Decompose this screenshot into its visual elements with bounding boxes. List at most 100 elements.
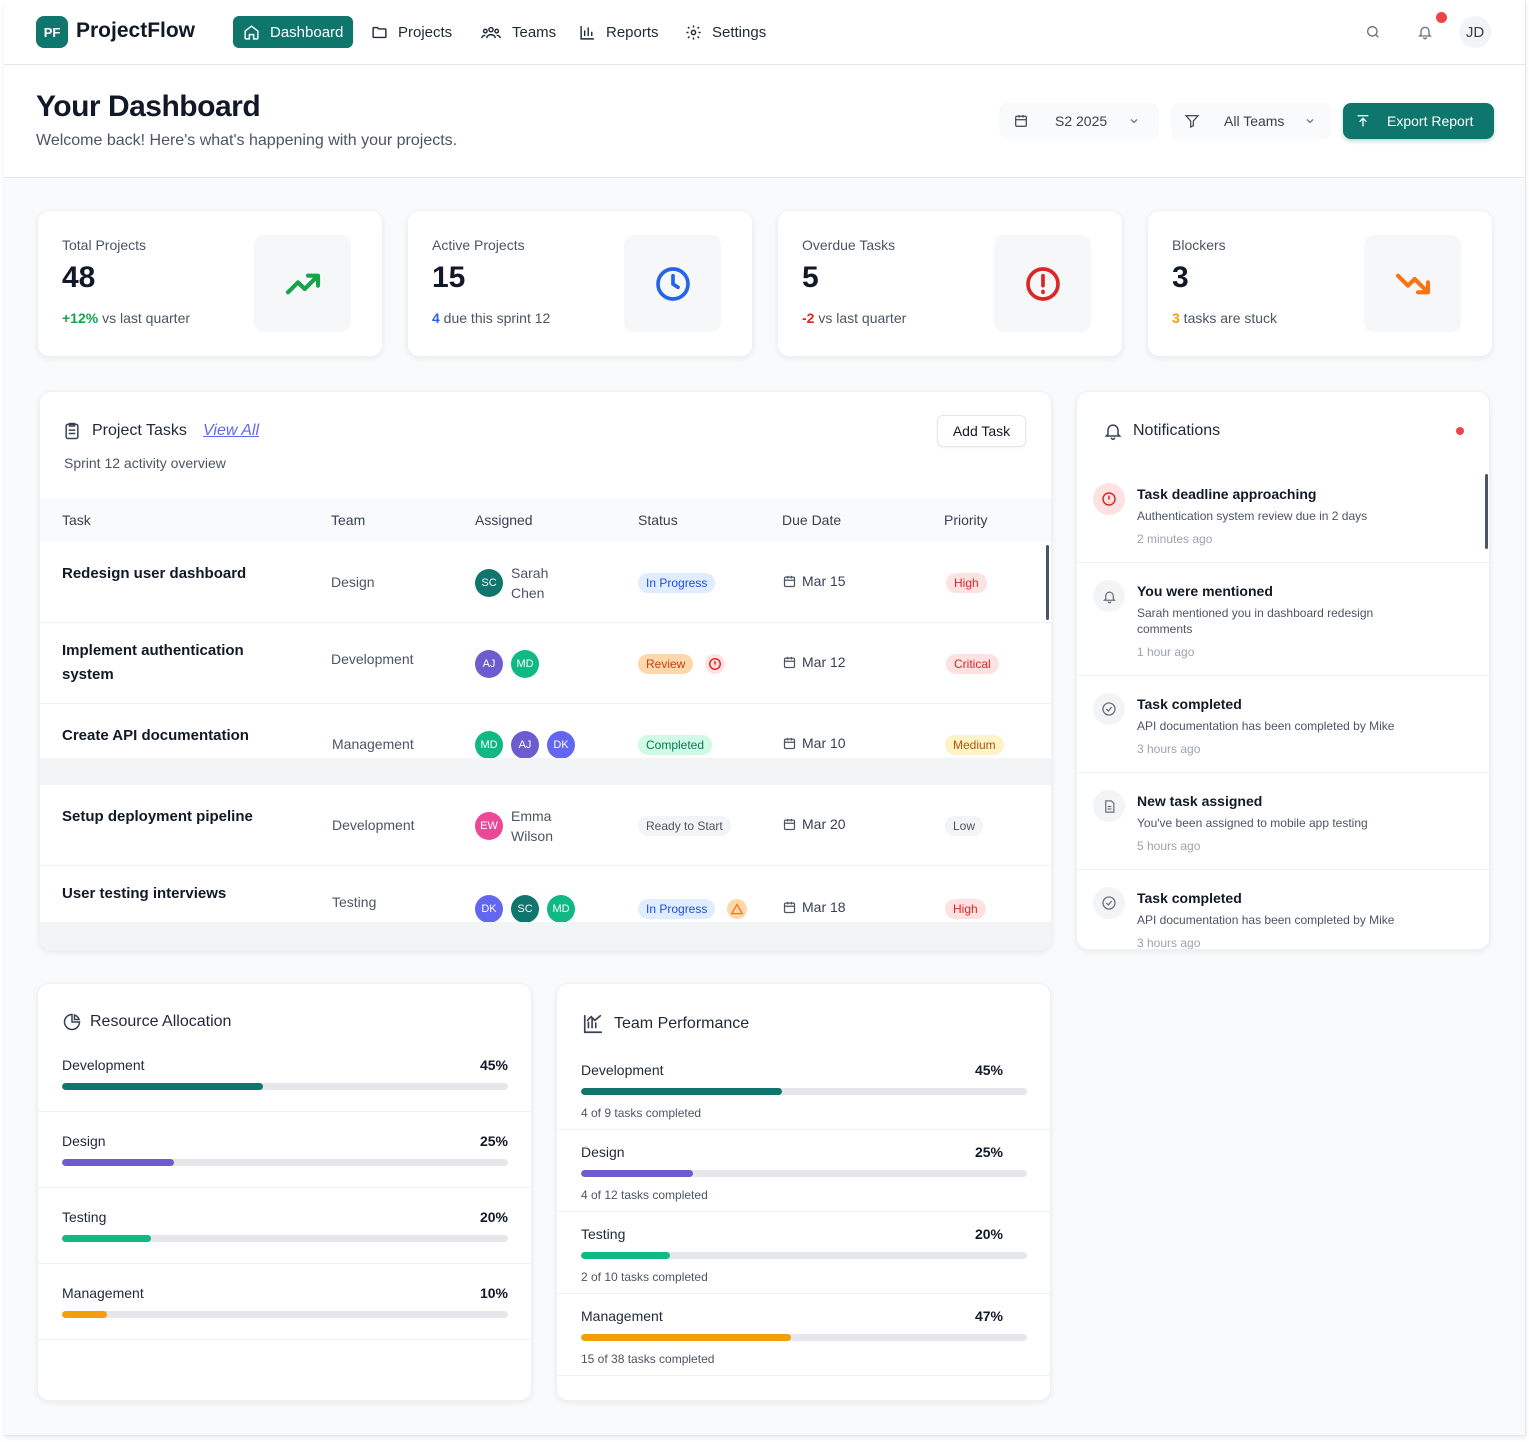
search-button[interactable] — [1361, 20, 1385, 44]
stat-icon-box — [994, 235, 1091, 332]
notification-icon — [1093, 887, 1125, 919]
stat-note-text: vs last quarter — [814, 310, 907, 326]
check-circle-icon — [1102, 896, 1116, 910]
avatar[interactable]: DK — [547, 731, 575, 759]
status-badge: In Progress — [638, 573, 716, 593]
export-report-button[interactable]: Export Report — [1343, 103, 1494, 139]
add-task-button[interactable]: Add Task — [937, 415, 1026, 447]
app-window: PF ProjectFlow Dashboard Projects Teams … — [4, 0, 1526, 1436]
due-date-value: Mar 10 — [802, 735, 846, 751]
home-icon — [244, 24, 259, 40]
stat-card-blockers: Blockers 3 3 tasks are stuck — [1147, 210, 1493, 357]
calendar-icon — [783, 656, 796, 668]
unread-indicator — [1456, 427, 1464, 435]
avatar[interactable]: MD — [547, 895, 575, 923]
status-badge: In Progress — [638, 899, 716, 919]
table-row[interactable]: User testing interviews Testing DK SC MD… — [40, 866, 1051, 923]
period-select[interactable]: S2 2025 — [999, 103, 1159, 139]
table-row[interactable]: Redesign user dashboard Design SC Sarah … — [40, 542, 1051, 623]
stat-note: 3 tasks are stuck — [1172, 310, 1277, 326]
stat-label: Active Projects — [432, 237, 525, 253]
progress-track — [581, 1170, 1027, 1177]
alert-circle-icon — [709, 658, 721, 670]
column-header[interactable]: Due Date — [782, 512, 841, 528]
table-row[interactable]: Setup deployment pipeline Development EW… — [40, 785, 1051, 866]
page-title: Your Dashboard — [36, 90, 261, 123]
progress-row: Testing 20% — [38, 1188, 531, 1264]
notifications-button[interactable] — [1413, 20, 1437, 44]
avatar[interactable]: MD — [475, 731, 503, 759]
stat-label: Overdue Tasks — [802, 237, 896, 253]
warning-indicator — [705, 654, 725, 674]
progress-fill — [62, 1235, 152, 1242]
nav-reports[interactable]: Reports — [569, 16, 669, 48]
progress-track — [581, 1088, 1027, 1095]
avatar[interactable]: AJ — [511, 731, 539, 759]
priority-badge: Critical — [946, 654, 999, 674]
team-cell: Management — [332, 736, 414, 752]
nav-teams[interactable]: Teams — [470, 16, 566, 48]
notification-item[interactable]: Task completed API documentation has bee… — [1077, 676, 1489, 773]
column-header[interactable]: Task — [62, 512, 91, 528]
notification-desc: API documentation has been completed by … — [1137, 719, 1395, 733]
team-cell: Development — [331, 651, 414, 667]
stat-value: 5 — [802, 261, 819, 294]
due-date: Mar 15 — [782, 573, 846, 589]
check-circle-icon — [1102, 702, 1116, 716]
avatar[interactable]: AJ — [475, 650, 503, 678]
table-footer — [40, 922, 1051, 950]
progress-row: Development 45% 4 of 9 tasks completed — [557, 1048, 1050, 1130]
avatar[interactable]: SC — [475, 569, 503, 597]
column-header[interactable]: Team — [331, 512, 365, 528]
avatar[interactable]: SC — [511, 895, 539, 923]
view-all-link[interactable]: View All — [203, 422, 259, 440]
stat-note: 4 due this sprint 12 — [432, 310, 550, 326]
due-date-value: Mar 18 — [802, 899, 846, 915]
column-header[interactable]: Assigned — [475, 512, 533, 528]
progress-percent: 20% — [974, 1226, 1003, 1242]
bar-chart-icon — [580, 25, 594, 40]
avatar[interactable]: MD — [511, 650, 539, 678]
notification-item[interactable]: Task deadline approaching Authentication… — [1077, 466, 1489, 563]
calendar-icon — [783, 737, 796, 749]
notification-item[interactable]: Task completed API documentation has bee… — [1077, 870, 1489, 949]
nav-projects[interactable]: Projects — [361, 16, 462, 48]
notifications-panel: Notifications Task deadline approaching … — [1076, 391, 1490, 950]
progress-subtext: 15 of 38 tasks completed — [581, 1352, 715, 1366]
avatar[interactable]: EW — [475, 812, 503, 840]
stat-value: 3 — [1172, 261, 1189, 294]
period-value: S2 2025 — [1055, 113, 1108, 129]
scrollbar[interactable] — [1046, 545, 1049, 620]
app-name: ProjectFlow — [76, 19, 196, 42]
avatar[interactable]: DK — [475, 895, 503, 923]
team-filter-select[interactable]: All Teams — [1171, 103, 1331, 139]
task-name: User testing interviews — [62, 885, 227, 902]
progress-label: Testing — [62, 1209, 107, 1225]
team-performance-title: Team Performance — [614, 1015, 750, 1032]
table-header: Task Team Assigned Status Due Date Prior… — [40, 498, 1051, 542]
user-avatar[interactable]: JD — [1459, 16, 1491, 48]
progress-percent: 47% — [974, 1308, 1003, 1324]
filter-icon — [1184, 115, 1200, 129]
column-header[interactable]: Priority — [944, 512, 988, 528]
notification-desc: API documentation has been completed by … — [1137, 913, 1395, 927]
table-row[interactable]: Implement authentication system Developm… — [40, 623, 1051, 704]
notification-item[interactable]: New task assigned You've been assigned t… — [1077, 773, 1489, 870]
stat-card-total-projects: Total Projects 48 +12% vs last quarter — [37, 210, 383, 357]
nav-dashboard[interactable]: Dashboard — [233, 16, 354, 48]
column-header[interactable]: Status — [638, 512, 678, 528]
folder-icon — [372, 26, 387, 38]
alert-circle-icon — [1025, 266, 1060, 301]
progress-percent: 10% — [479, 1285, 508, 1301]
calendar-icon — [783, 901, 796, 913]
progress-row: Design 25% 4 of 12 tasks completed — [557, 1130, 1050, 1212]
scrollbar[interactable] — [1485, 474, 1488, 549]
clipboard-icon — [65, 422, 79, 440]
nav-dashboard-label: Dashboard — [270, 23, 344, 41]
notification-icon — [1093, 693, 1125, 725]
priority-badge: Medium — [945, 735, 1004, 755]
progress-percent: 45% — [974, 1062, 1003, 1078]
notification-icon — [1093, 580, 1125, 612]
notification-item[interactable]: You were mentioned Sarah mentioned you i… — [1077, 563, 1489, 676]
nav-settings[interactable]: Settings — [675, 16, 776, 48]
